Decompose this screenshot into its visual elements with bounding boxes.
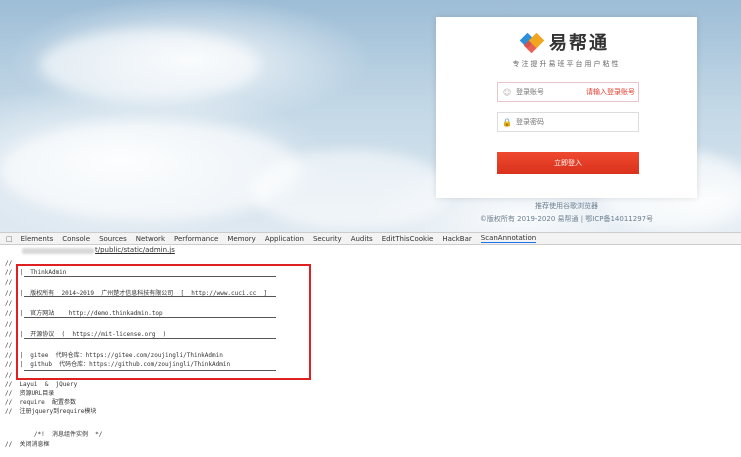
code-line: // 注册jquery到require模块 — [5, 408, 97, 415]
code-line: // 关闭消息框 — [5, 441, 50, 448]
account-field[interactable]: ☺ 请输入登录账号 — [497, 82, 639, 102]
account-error-message: 请输入登录账号 — [586, 88, 635, 96]
code-line: // Layui & jQuery — [5, 381, 78, 388]
browser-tip: 推荐使用谷歌浏览器 — [535, 202, 598, 210]
user-icon: ☺ — [502, 87, 512, 97]
source-url-bar: t/public/static/admin.js — [0, 245, 741, 257]
cloud-decoration — [0, 120, 300, 220]
account-input[interactable] — [516, 88, 580, 96]
devtools-tab-bar: □ Elements Console Sources Network Perfo… — [0, 233, 741, 245]
tab-sources[interactable]: Sources — [99, 235, 127, 243]
login-page: 易帮通 专注提升易班平台用户粘性 ☺ 请输入登录账号 🔒 立即登入 推荐使用谷歌… — [0, 0, 741, 232]
tab-elements[interactable]: Elements — [21, 235, 54, 243]
brand: 易帮通 — [519, 27, 609, 57]
cloud-decoration — [250, 150, 450, 230]
tab-editthiscookie[interactable]: EditThisCookie — [382, 235, 434, 243]
code-line: // — [5, 300, 13, 307]
source-url-link[interactable]: t/public/static/admin.js — [95, 246, 175, 254]
code-line: // — [5, 321, 13, 328]
annotation-highlight-box — [16, 264, 311, 380]
lock-icon: 🔒 — [502, 117, 512, 127]
tab-console[interactable]: Console — [62, 235, 90, 243]
login-button[interactable]: 立即登入 — [497, 152, 639, 174]
slogan: 专注提升易班平台用户粘性 — [512, 60, 621, 68]
redacted-url-part — [22, 248, 94, 254]
code-line: /*! 消息组件实例 */ — [5, 431, 103, 438]
tab-memory[interactable]: Memory — [227, 235, 255, 243]
code-view: // // | ThinkAdmin // // | 版权所有 2014~201… — [0, 259, 741, 457]
devtools-panel: □ Elements Console Sources Network Perfo… — [0, 232, 741, 457]
password-field[interactable]: 🔒 — [497, 112, 639, 132]
cloud-decoration — [40, 30, 260, 100]
code-line: // — [5, 342, 13, 349]
password-input[interactable] — [516, 118, 580, 126]
code-line: // — [5, 260, 13, 267]
code-line: // require 配置参数 — [5, 399, 76, 406]
tab-network[interactable]: Network — [136, 235, 165, 243]
tab-application[interactable]: Application — [265, 235, 304, 243]
inspect-icon[interactable]: □ — [6, 235, 13, 243]
tab-hackbar[interactable]: HackBar — [442, 235, 471, 243]
tab-scanannotation[interactable]: ScanAnnotation — [480, 234, 537, 243]
brand-logo-icon — [519, 31, 545, 54]
copyright: ©版权所有 2019-2020 易帮通 | 鄂ICP备14011297号 — [479, 215, 654, 223]
tab-audits[interactable]: Audits — [351, 235, 373, 243]
code-line: // — [5, 279, 13, 286]
tab-security[interactable]: Security — [313, 235, 342, 243]
login-card: 易帮通 专注提升易班平台用户粘性 ☺ 请输入登录账号 🔒 立即登入 — [436, 17, 697, 198]
code-line: // — [5, 372, 13, 379]
brand-name: 易帮通 — [549, 33, 609, 54]
tab-performance[interactable]: Performance — [174, 235, 218, 243]
code-line: // 资源URL目录 — [5, 390, 55, 397]
